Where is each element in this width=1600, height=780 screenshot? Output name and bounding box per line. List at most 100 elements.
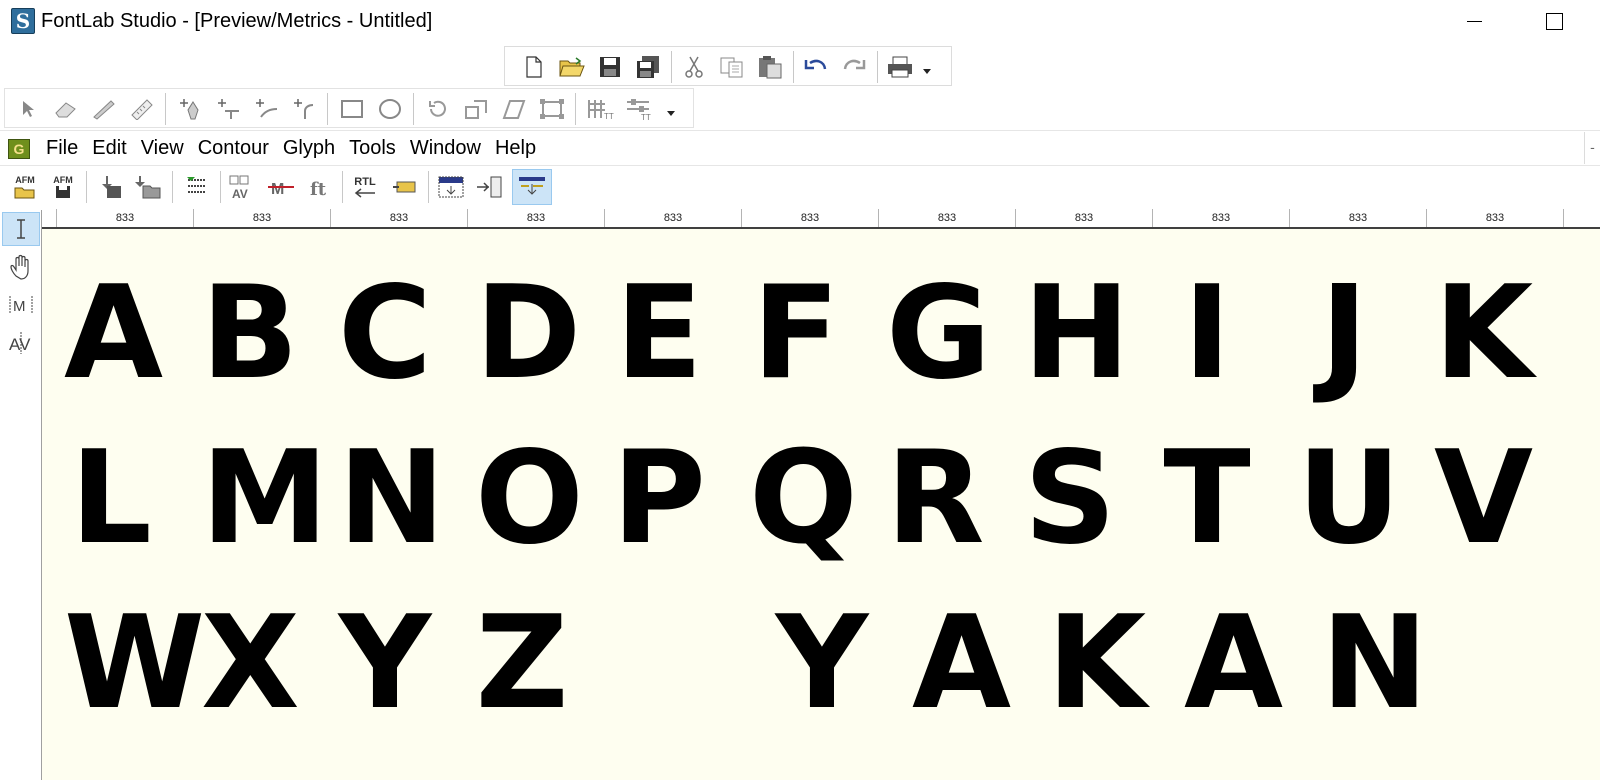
glyph[interactable]: N [338,435,445,563]
glyph[interactable]: Q [749,435,858,563]
add-curve-tool-button[interactable] [251,94,281,124]
window-title: FontLab Studio - [Preview/Metrics - Unti… [41,10,433,32]
document-menu-icon[interactable]: G [8,139,30,159]
glyph[interactable]: U [1297,435,1401,563]
glyph[interactable]: E [612,270,702,398]
svg-text:AV: AV [232,187,248,200]
glyph[interactable]: D [475,270,581,398]
paste-button[interactable] [755,52,785,82]
glyph[interactable]: Z [475,600,569,728]
minimize-button[interactable] [1452,8,1496,36]
measure-tool-button[interactable] [127,94,157,124]
glyph[interactable]: S [1023,435,1116,563]
app-icon[interactable]: S [11,8,35,34]
show-top-panel-button[interactable] [436,172,466,202]
print-button[interactable] [885,52,915,82]
rotate-tool-button[interactable] [423,94,453,124]
add-point-icon [218,99,239,119]
glyph[interactable]: W [64,600,205,728]
text-tool-button[interactable] [2,212,40,246]
menu-glyph[interactable]: Glyph [282,137,336,160]
ellipse-tool-button[interactable] [375,94,405,124]
glyph[interactable]: R [886,435,985,563]
scissors-icon [685,56,703,78]
show-metrics-button[interactable] [390,172,420,202]
save-button[interactable] [595,52,625,82]
glyph[interactable]: M [201,435,328,563]
menu-contour[interactable]: Contour [197,137,270,160]
import-metrics-button[interactable] [96,172,126,202]
glyph[interactable]: A [912,600,1011,728]
add-point-tool-button[interactable] [213,94,243,124]
copy-button[interactable] [717,52,747,82]
knife-tool-button[interactable] [89,94,119,124]
glyph[interactable]: F [749,270,839,398]
glyph[interactable]: V [1434,435,1533,563]
metrics-mode-button[interactable]: M [2,288,40,322]
glyph[interactable]: Y [775,600,869,728]
show-side-panel-button[interactable] [474,172,504,202]
glyph[interactable]: B [201,270,299,398]
export-metrics-button[interactable] [134,172,164,202]
new-file-button[interactable] [519,52,549,82]
glyph[interactable]: I [1160,270,1250,398]
rtl-button[interactable]: RTL [350,172,380,202]
glyph[interactable]: K [1047,600,1146,728]
glyph[interactable]: T [1160,435,1250,563]
glyph[interactable]: Y [338,600,432,728]
scale-tool-button[interactable] [461,94,491,124]
glyph[interactable]: G [886,270,991,398]
ruler-icon [131,99,153,120]
menu-edit[interactable]: Edit [91,137,127,160]
hinting-tool-button[interactable]: TT [625,94,655,124]
ligature-button[interactable]: ft [304,172,334,202]
print-dropdown-arrow[interactable] [923,69,931,74]
add-tangent-tool-button[interactable] [289,94,319,124]
ligature-icon: ft [310,179,327,200]
menu-help[interactable]: Help [494,137,537,160]
show-bottom-panel-button[interactable] [512,169,552,205]
menu-file[interactable]: File [45,137,79,160]
tools-dropdown-arrow[interactable] [667,111,675,116]
transform-tool-button[interactable] [537,94,567,124]
auto-metrics-button[interactable]: M [266,172,296,202]
hand-tool-button[interactable] [2,250,40,284]
maximize-button[interactable] [1532,8,1576,36]
open-afm-button[interactable]: AFM [10,172,40,202]
glyph[interactable]: N [1321,600,1428,728]
kerning-mode-button[interactable]: AV [2,326,40,360]
slant-tool-button[interactable] [499,94,529,124]
menu-window[interactable]: Window [409,137,482,160]
eraser-tool-button[interactable] [51,94,81,124]
preview-canvas[interactable]: A B C D E F G H I J K L M N O P Q R S T … [42,229,1600,780]
kerning-pairs-button[interactable]: AV [228,172,258,202]
pointer-tool-button[interactable] [13,94,43,124]
glyph[interactable]: X [201,600,300,728]
open-file-button[interactable] [557,52,587,82]
glyph[interactable]: A [1184,600,1283,728]
glyph[interactable]: O [475,435,584,563]
glyph[interactable]: H [1023,270,1130,398]
pen-tool-button[interactable] [175,94,205,124]
rectangle-tool-button[interactable] [337,94,367,124]
glyph[interactable]: A [64,270,163,398]
redo-button[interactable] [839,52,869,82]
glyph[interactable]: P [612,435,706,563]
glyph-space[interactable] [612,604,702,724]
svg-text:TT: TT [604,112,614,121]
metrics-table-button[interactable] [182,172,212,202]
glyph[interactable]: L [64,435,154,563]
glyph[interactable]: K [1434,270,1533,398]
rectangle-icon [341,100,363,118]
save-all-button[interactable] [633,52,663,82]
glyph[interactable]: J [1297,270,1387,398]
glyph[interactable]: C [338,270,432,398]
undo-button[interactable] [801,52,831,82]
menu-tools[interactable]: Tools [348,137,397,160]
cut-button[interactable] [679,52,709,82]
menu-view[interactable]: View [140,137,185,160]
floppy-disk-icon [56,185,70,198]
save-afm-button[interactable]: AFM [48,172,78,202]
mdi-minimize-stub[interactable]: - [1584,132,1600,164]
grid-tool-button[interactable]: TT [585,94,615,124]
